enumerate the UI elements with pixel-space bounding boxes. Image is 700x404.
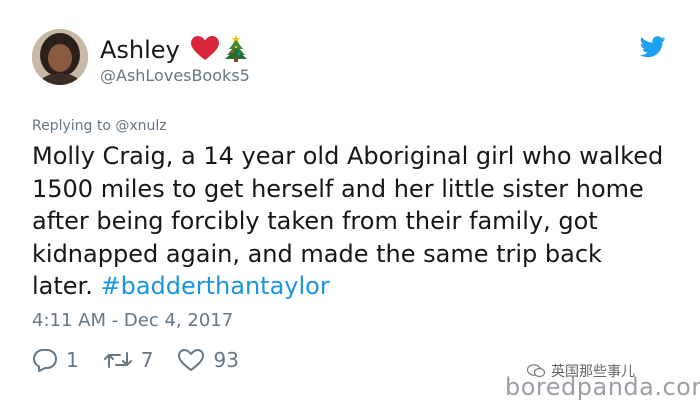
display-name[interactable]: Ashley bbox=[100, 36, 180, 64]
tweet-text-last-line: later. #badderthantaylor bbox=[32, 270, 672, 303]
tweet-card: Ashley @AshLovesBooks5 Replying to @xnul… bbox=[0, 0, 700, 404]
tweet-text-line: 1500 miles to get herself and her little… bbox=[32, 174, 644, 203]
tweet-timestamp[interactable]: 4:11 AM - Dec 4, 2017 bbox=[32, 309, 233, 333]
twitter-logo-icon[interactable] bbox=[639, 36, 666, 58]
hashtag-link[interactable]: #badderthantaylor bbox=[100, 272, 329, 300]
tweet-text-line: after being forcibly taken from their fa… bbox=[32, 207, 598, 235]
tweet-text-line-tail: later. bbox=[32, 272, 101, 300]
tweet-text: Molly Craig, a 14 year old Aboriginal gi… bbox=[32, 140, 672, 303]
name-row: Ashley bbox=[100, 34, 248, 66]
avatar[interactable] bbox=[32, 29, 88, 85]
heart-outline-icon bbox=[178, 349, 205, 371]
retweet-icon bbox=[103, 352, 132, 368]
tweet-text-line: Molly Craig, a 14 year old Aboriginal gi… bbox=[32, 142, 664, 170]
like-count: 93 bbox=[213, 348, 239, 372]
reply-button[interactable]: 1 bbox=[32, 348, 79, 372]
retweet-count: 7 bbox=[140, 348, 154, 372]
tweet-actions: 1 7 93 bbox=[32, 346, 263, 374]
heart-icon bbox=[190, 35, 220, 65]
like-button[interactable]: 93 bbox=[177, 348, 239, 372]
reply-count: 1 bbox=[66, 348, 79, 372]
reply-context[interactable]: Replying to @xnulz bbox=[32, 117, 167, 135]
christmas-tree-icon bbox=[224, 34, 248, 66]
retweet-button[interactable]: 7 bbox=[103, 348, 154, 372]
user-handle[interactable]: @AshLovesBooks5 bbox=[100, 66, 250, 86]
tweet-text-line: kidnapped again, and made the same trip … bbox=[32, 239, 602, 268]
boredpanda-watermark: boredpanda.com bbox=[505, 373, 700, 401]
reply-icon bbox=[33, 349, 57, 372]
